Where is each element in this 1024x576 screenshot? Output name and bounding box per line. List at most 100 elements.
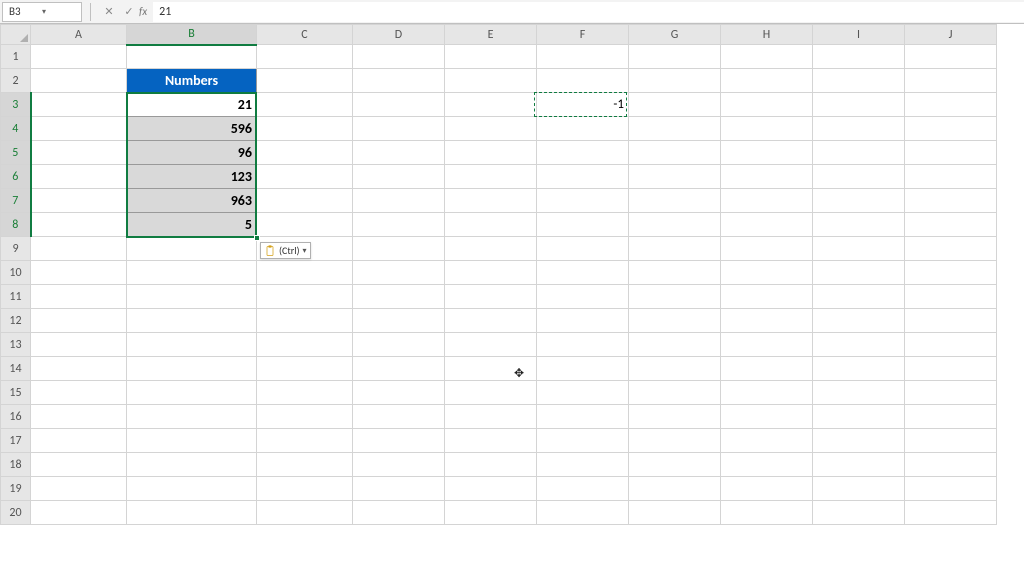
cell-H16[interactable] bbox=[721, 405, 813, 429]
cell-G18[interactable] bbox=[629, 453, 721, 477]
cell-G7[interactable] bbox=[629, 189, 721, 213]
cell-G19[interactable] bbox=[629, 477, 721, 501]
cell-B9[interactable] bbox=[127, 237, 257, 261]
cell-F18[interactable] bbox=[537, 453, 629, 477]
selection-fill-handle[interactable] bbox=[254, 235, 260, 241]
cell-E10[interactable] bbox=[445, 261, 537, 285]
cell-C8[interactable] bbox=[257, 213, 353, 237]
cell-G16[interactable] bbox=[629, 405, 721, 429]
cell-D7[interactable] bbox=[353, 189, 445, 213]
row-header-17[interactable]: 17 bbox=[1, 429, 31, 453]
cell-H19[interactable] bbox=[721, 477, 813, 501]
cell-B16[interactable] bbox=[127, 405, 257, 429]
cell-H10[interactable] bbox=[721, 261, 813, 285]
cell-B8[interactable]: 5 bbox=[127, 213, 257, 237]
row-header-8[interactable]: 8 bbox=[1, 213, 31, 237]
col-header-B[interactable]: B bbox=[127, 25, 257, 45]
cell-E2[interactable] bbox=[445, 69, 537, 93]
formula-input[interactable] bbox=[153, 2, 1024, 22]
cell-E12[interactable] bbox=[445, 309, 537, 333]
cell-I19[interactable] bbox=[813, 477, 905, 501]
cell-F4[interactable] bbox=[537, 117, 629, 141]
row-header-1[interactable]: 1 bbox=[1, 45, 31, 69]
cancel-icon[interactable]: ✕ bbox=[101, 4, 117, 20]
cell-B3[interactable]: 21 bbox=[127, 93, 257, 117]
cell-B10[interactable] bbox=[127, 261, 257, 285]
cell-D19[interactable] bbox=[353, 477, 445, 501]
cell-C17[interactable] bbox=[257, 429, 353, 453]
cell-G15[interactable] bbox=[629, 381, 721, 405]
row-header-16[interactable]: 16 bbox=[1, 405, 31, 429]
cell-E11[interactable] bbox=[445, 285, 537, 309]
cell-J13[interactable] bbox=[905, 333, 997, 357]
cell-I9[interactable] bbox=[813, 237, 905, 261]
cell-G14[interactable] bbox=[629, 357, 721, 381]
row-header-4[interactable]: 4 bbox=[1, 117, 31, 141]
cell-D10[interactable] bbox=[353, 261, 445, 285]
cell-H17[interactable] bbox=[721, 429, 813, 453]
select-all-corner[interactable] bbox=[1, 25, 31, 45]
col-header-A[interactable]: A bbox=[31, 25, 127, 45]
cell-C4[interactable] bbox=[257, 117, 353, 141]
row-header-6[interactable]: 6 bbox=[1, 165, 31, 189]
cell-I8[interactable] bbox=[813, 213, 905, 237]
cell-D12[interactable] bbox=[353, 309, 445, 333]
cell-A12[interactable] bbox=[31, 309, 127, 333]
confirm-icon[interactable]: ✓ bbox=[121, 4, 137, 20]
cell-E16[interactable] bbox=[445, 405, 537, 429]
row-header-19[interactable]: 19 bbox=[1, 477, 31, 501]
cell-J6[interactable] bbox=[905, 165, 997, 189]
cell-A3[interactable] bbox=[31, 93, 127, 117]
cell-F2[interactable] bbox=[537, 69, 629, 93]
cell-G8[interactable] bbox=[629, 213, 721, 237]
cell-E7[interactable] bbox=[445, 189, 537, 213]
cell-E18[interactable] bbox=[445, 453, 537, 477]
cell-D17[interactable] bbox=[353, 429, 445, 453]
cell-A10[interactable] bbox=[31, 261, 127, 285]
row-header-10[interactable]: 10 bbox=[1, 261, 31, 285]
cell-D6[interactable] bbox=[353, 165, 445, 189]
cell-A9[interactable] bbox=[31, 237, 127, 261]
cell-J18[interactable] bbox=[905, 453, 997, 477]
cell-J14[interactable] bbox=[905, 357, 997, 381]
cell-C13[interactable] bbox=[257, 333, 353, 357]
cell-E9[interactable] bbox=[445, 237, 537, 261]
cell-I4[interactable] bbox=[813, 117, 905, 141]
row-header-15[interactable]: 15 bbox=[1, 381, 31, 405]
cell-G5[interactable] bbox=[629, 141, 721, 165]
cell-I6[interactable] bbox=[813, 165, 905, 189]
fx-icon[interactable]: fx bbox=[139, 5, 147, 18]
cell-B13[interactable] bbox=[127, 333, 257, 357]
cell-C18[interactable] bbox=[257, 453, 353, 477]
cell-C20[interactable] bbox=[257, 501, 353, 525]
cell-J3[interactable] bbox=[905, 93, 997, 117]
row-header-9[interactable]: 9 bbox=[1, 237, 31, 261]
cell-E3[interactable] bbox=[445, 93, 537, 117]
cell-D5[interactable] bbox=[353, 141, 445, 165]
cell-A20[interactable] bbox=[31, 501, 127, 525]
cell-G4[interactable] bbox=[629, 117, 721, 141]
cell-J12[interactable] bbox=[905, 309, 997, 333]
cell-H20[interactable] bbox=[721, 501, 813, 525]
cell-H2[interactable] bbox=[721, 69, 813, 93]
cell-J7[interactable] bbox=[905, 189, 997, 213]
col-header-F[interactable]: F bbox=[537, 25, 629, 45]
paste-options-button[interactable]: (Ctrl) ▾ bbox=[260, 242, 311, 259]
cell-B19[interactable] bbox=[127, 477, 257, 501]
cell-I5[interactable] bbox=[813, 141, 905, 165]
cell-B12[interactable] bbox=[127, 309, 257, 333]
cell-F14[interactable] bbox=[537, 357, 629, 381]
cell-A1[interactable] bbox=[31, 45, 127, 69]
cell-B18[interactable] bbox=[127, 453, 257, 477]
cell-B2[interactable]: Numbers bbox=[127, 69, 257, 93]
cell-I15[interactable] bbox=[813, 381, 905, 405]
cell-C6[interactable] bbox=[257, 165, 353, 189]
cell-E19[interactable] bbox=[445, 477, 537, 501]
cell-F5[interactable] bbox=[537, 141, 629, 165]
cell-A7[interactable] bbox=[31, 189, 127, 213]
cell-F12[interactable] bbox=[537, 309, 629, 333]
cell-E6[interactable] bbox=[445, 165, 537, 189]
cell-C14[interactable] bbox=[257, 357, 353, 381]
cell-I13[interactable] bbox=[813, 333, 905, 357]
cell-B17[interactable] bbox=[127, 429, 257, 453]
